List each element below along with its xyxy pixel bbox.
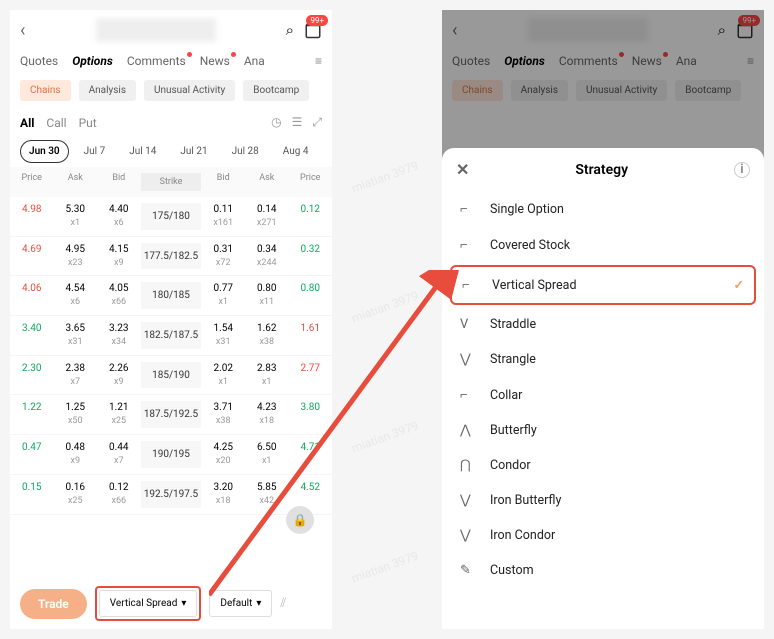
- strategy-list: ⌐Single Option⌐Covered Stock ⌐Vertical Sp…: [442, 191, 764, 588]
- search-icon[interactable]: ⌕: [286, 21, 294, 39]
- strategy-option[interactable]: ⌐Vertical Spread✓: [452, 267, 754, 303]
- date-5[interactable]: Aug 4: [274, 140, 318, 163]
- strategy-icon: ⋁: [460, 493, 476, 508]
- date-4[interactable]: Jul 28: [223, 140, 268, 163]
- strategy-icon: ⌐: [460, 201, 476, 217]
- pill-unusual[interactable]: Unusual Activity: [144, 80, 235, 101]
- strategy-icon: ⌐: [462, 277, 478, 293]
- nav-options[interactable]: Options: [72, 54, 113, 68]
- info-icon[interactable]: i: [734, 162, 750, 178]
- phone-left: ‹ ⌕ 99+ Quotes Options Comments News Ana…: [10, 10, 332, 629]
- filter-all[interactable]: All: [20, 116, 34, 130]
- strategy-icon: ⋁: [460, 528, 476, 543]
- sheet-title: Strategy: [575, 162, 628, 178]
- date-6[interactable]: Aug 18: [323, 140, 332, 163]
- strategy-option[interactable]: ⋁Iron Condor: [450, 518, 756, 553]
- date-0[interactable]: Jun 30: [20, 140, 69, 163]
- strategy-option[interactable]: ⋁Iron Butterfly: [450, 483, 756, 518]
- table-row[interactable]: 2.302.38x72.26x9185/1902.02x12.83x12.77: [10, 356, 332, 396]
- strategy-icon: V: [460, 317, 476, 332]
- nav-quotes[interactable]: Quotes: [20, 54, 58, 68]
- date-1[interactable]: Jul 7: [75, 140, 115, 163]
- pill-bootcamp[interactable]: Bootcamp: [243, 80, 309, 101]
- strategy-icon: ⋀: [460, 423, 476, 438]
- watermark: miatian 3979: [350, 418, 420, 455]
- close-icon[interactable]: ✕: [456, 160, 469, 179]
- watermark: miatian 3979: [350, 158, 420, 195]
- ticker-blur: [528, 18, 648, 42]
- back-icon[interactable]: ‹: [20, 20, 25, 41]
- settings-icon[interactable]: ☰: [292, 115, 303, 130]
- table-row[interactable]: 4.064.54x64.05x66180/1850.77x10.80x110.8…: [10, 276, 332, 316]
- date-2[interactable]: Jul 14: [120, 140, 165, 163]
- filter-put[interactable]: Put: [79, 116, 97, 130]
- clock-icon[interactable]: ◷: [271, 115, 281, 130]
- date-3[interactable]: Jul 21: [171, 140, 216, 163]
- default-selector[interactable]: Default ▾: [209, 590, 272, 617]
- expand-icon[interactable]: ⤢: [312, 115, 322, 130]
- strategy-icon: ⋁: [460, 352, 476, 367]
- strategy-icon: ✎: [460, 563, 476, 578]
- strategy-option[interactable]: ✎Custom: [450, 553, 756, 588]
- strategy-option[interactable]: ⌐Collar: [450, 377, 756, 413]
- nav-ana[interactable]: Ana: [244, 54, 265, 68]
- strategy-sheet: ✕ Strategy i ⌐Single Option⌐Covered Stoc…: [442, 148, 764, 629]
- search-icon[interactable]: ⌕: [718, 21, 726, 39]
- strategy-option[interactable]: VStraddle: [450, 307, 756, 342]
- nav-news[interactable]: News: [200, 54, 230, 68]
- cart-badge: 99+: [306, 15, 328, 26]
- menu-icon[interactable]: ≡: [315, 54, 322, 68]
- filter-call[interactable]: Call: [46, 116, 66, 130]
- strategy-option[interactable]: ⋀Butterfly: [450, 413, 756, 448]
- table-header: PriceAskBid Strike BidAskPrice: [10, 167, 332, 197]
- strategy-option[interactable]: ⌐Covered Stock: [450, 227, 756, 263]
- table-row[interactable]: 0.470.48x90.44x7190/1954.25x206.50x14.71: [10, 435, 332, 475]
- table-row[interactable]: 1.221.25x501.21x25187.5/192.53.71x384.23…: [10, 395, 332, 435]
- strategy-option[interactable]: ⌐Single Option: [450, 191, 756, 227]
- pill-analysis[interactable]: Analysis: [79, 80, 136, 101]
- chart-icon[interactable]: ⫽: [280, 596, 286, 611]
- subnav: Chains Analysis Unusual Activity Bootcam…: [10, 72, 332, 109]
- strategy-option[interactable]: ⋁Strangle: [450, 342, 756, 377]
- strategy-option[interactable]: ⋂Condor: [450, 448, 756, 483]
- bottom-bar: Trade Vertical Spread ▾ Default ▾ ⫽: [10, 586, 332, 621]
- ticker-blur: [96, 18, 216, 42]
- trade-button[interactable]: Trade: [20, 589, 87, 619]
- table-row[interactable]: 4.985.30x14.40x6175/1800.11x1610.14x2710…: [10, 197, 332, 237]
- header: ‹ ⌕ 99+: [10, 10, 332, 50]
- check-icon: ✓: [734, 277, 744, 293]
- cart-icon[interactable]: 99+: [736, 21, 754, 39]
- top-nav: Quotes Options Comments News Ana ≡: [10, 50, 332, 72]
- nav-comments[interactable]: Comments: [127, 54, 186, 68]
- table-row[interactable]: 0.150.16x250.12x66192.5/197.53.20x185.85…: [10, 475, 332, 515]
- option-table[interactable]: 4.985.30x14.40x6175/1800.11x1610.14x2710…: [10, 197, 332, 515]
- lock-icon[interactable]: 🔒: [286, 506, 314, 534]
- watermark: miatian 3979: [350, 288, 420, 325]
- strategy-icon: ⋂: [460, 458, 476, 473]
- strategy-icon: ⌐: [460, 237, 476, 253]
- highlight-spread: Vertical Spread ▾: [95, 586, 202, 621]
- phone-right: ‹ ⌕ 99+ Quotes Options Comments News Ana…: [442, 10, 764, 629]
- dates-row: Jun 30 Jul 7 Jul 14 Jul 21 Jul 28 Aug 4 …: [10, 136, 332, 167]
- watermark: miatian 3979: [350, 548, 420, 585]
- filter-row: All Call Put ◷ ☰ ⤢: [10, 109, 332, 136]
- strategy-icon: ⌐: [460, 387, 476, 403]
- table-row[interactable]: 4.694.95x234.15x9177.5/182.50.31x720.34x…: [10, 237, 332, 277]
- back-icon[interactable]: ‹: [452, 20, 457, 41]
- spread-selector[interactable]: Vertical Spread ▾: [99, 590, 198, 617]
- table-row[interactable]: 3.403.65x313.23x34182.5/187.51.54x311.62…: [10, 316, 332, 356]
- pill-chains[interactable]: Chains: [20, 80, 71, 101]
- cart-icon[interactable]: 99+: [304, 21, 322, 39]
